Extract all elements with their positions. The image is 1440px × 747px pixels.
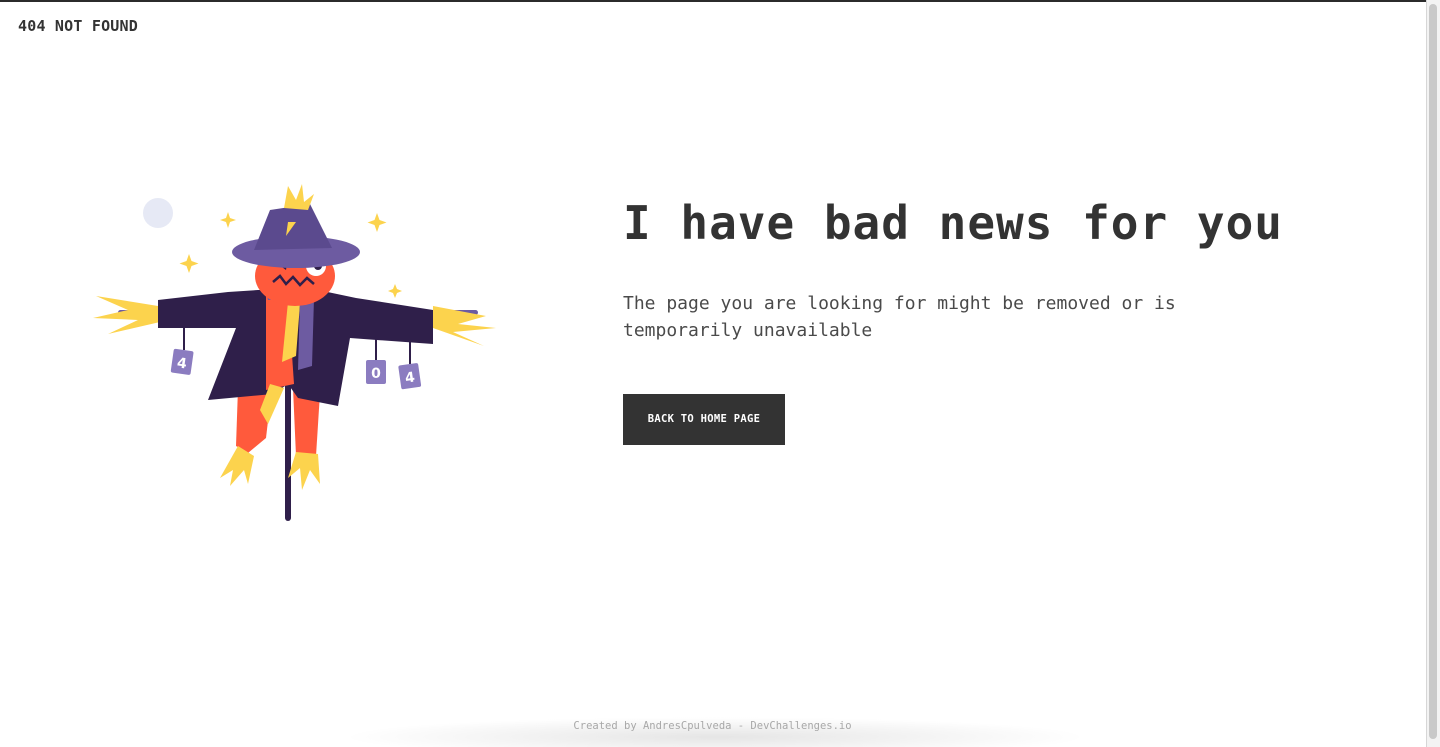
error-message: The page you are looking for might be re… bbox=[623, 293, 1176, 341]
can-middle: 0 bbox=[366, 360, 386, 384]
can-left: 4 bbox=[170, 348, 194, 375]
footer-credit: Created by AndresCpulveda - DevChallenge… bbox=[573, 720, 852, 732]
main-content: I have bad news for you The page you are… bbox=[623, 192, 1383, 445]
sparkle-icon bbox=[367, 213, 387, 232]
scarecrow-illustration: 4 0 4 bbox=[88, 178, 508, 528]
window-top-border bbox=[0, 0, 1440, 2]
sparkle-icon bbox=[388, 284, 402, 298]
brand-title: 404 NOT FOUND bbox=[18, 17, 138, 35]
pole bbox=[285, 373, 291, 521]
back-to-home-button[interactable]: BACK TO HOME PAGE bbox=[623, 394, 785, 445]
scrollbar-thumb[interactable] bbox=[1429, 4, 1437, 739]
can-right: 4 bbox=[398, 363, 422, 390]
moon-icon bbox=[143, 198, 173, 228]
sparkle-icon bbox=[179, 254, 199, 273]
scrollbar-track[interactable] bbox=[1426, 0, 1440, 747]
can-label-middle: 0 bbox=[371, 366, 381, 382]
sparkle-icon bbox=[220, 212, 236, 228]
page-headline: I have bad news for you bbox=[623, 196, 1283, 250]
